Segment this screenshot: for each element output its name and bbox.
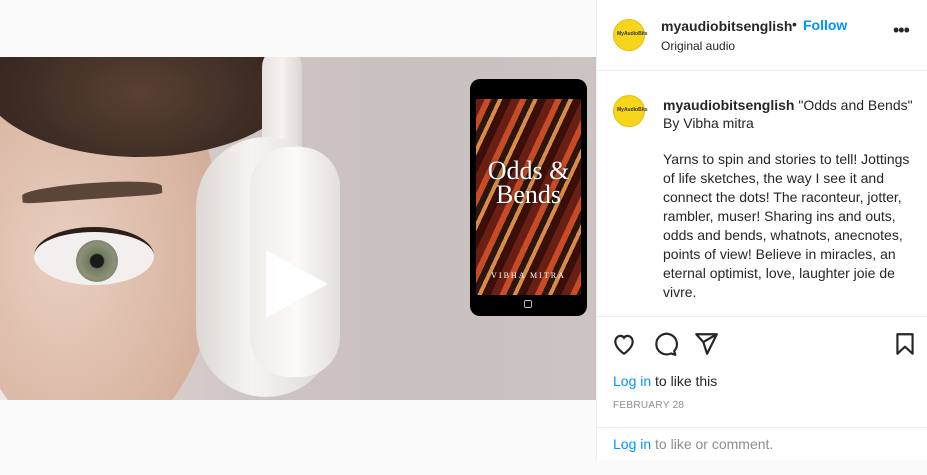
header-username[interactable]: myaudiobitsenglish xyxy=(661,18,792,34)
separator-dot: • xyxy=(792,16,797,32)
post-sidebar: MyAudioBits myaudiobitsenglish • Follow … xyxy=(596,0,927,460)
more-options-icon[interactable]: ••• xyxy=(893,20,910,41)
iris-image xyxy=(76,240,118,282)
avatar-text: MyAudioBits xyxy=(617,31,648,37)
like-prompt: Log in to like this xyxy=(613,373,717,389)
book-title: Odds & Bends xyxy=(487,156,570,209)
caption-header: myaudiobitsenglish "Odds and Bends" By V… xyxy=(663,96,915,132)
like-prompt-text: to like this xyxy=(651,373,718,389)
audio-label[interactable]: Original audio xyxy=(661,39,735,53)
heart-icon[interactable] xyxy=(611,331,637,357)
action-bar xyxy=(597,316,927,370)
post-header: MyAudioBits myaudiobitsenglish • Follow … xyxy=(597,0,927,71)
comment-prompt: Log in to like or comment. xyxy=(597,427,927,460)
comment-prompt-text: to like or comment. xyxy=(651,436,774,452)
comment-login-link[interactable]: Log in xyxy=(613,436,651,452)
post-frame: Odds & Bends VIBHA MITRA MyAudioBits mya… xyxy=(0,0,927,460)
play-icon[interactable] xyxy=(266,250,328,318)
login-link[interactable]: Log in xyxy=(613,373,651,389)
caption-avatar-text: MyAudioBits xyxy=(617,107,648,113)
caption-area: MyAudioBits myaudiobitsenglish "Odds and… xyxy=(597,71,927,316)
caption-avatar[interactable]: MyAudioBits xyxy=(613,95,648,127)
post-media[interactable]: Odds & Bends VIBHA MITRA xyxy=(0,57,596,400)
caption-body: Yarns to spin and stories to tell! Jotti… xyxy=(663,151,910,300)
eye-image xyxy=(34,227,154,285)
bookmark-icon[interactable] xyxy=(892,331,918,357)
follow-button[interactable]: Follow xyxy=(803,17,847,33)
media-column: Odds & Bends VIBHA MITRA xyxy=(0,0,596,460)
book-cover: Odds & Bends VIBHA MITRA xyxy=(476,99,581,295)
book-author: VIBHA MITRA xyxy=(491,271,566,280)
phone-home-button xyxy=(524,300,532,308)
phone-image: Odds & Bends VIBHA MITRA xyxy=(470,79,587,316)
share-icon[interactable] xyxy=(693,331,719,357)
avatar[interactable]: MyAudioBits xyxy=(613,19,648,51)
caption-username[interactable]: myaudiobitsenglish xyxy=(663,97,794,113)
comment-icon[interactable] xyxy=(652,331,678,357)
post-date[interactable]: FEBRUARY 28 xyxy=(613,400,684,411)
